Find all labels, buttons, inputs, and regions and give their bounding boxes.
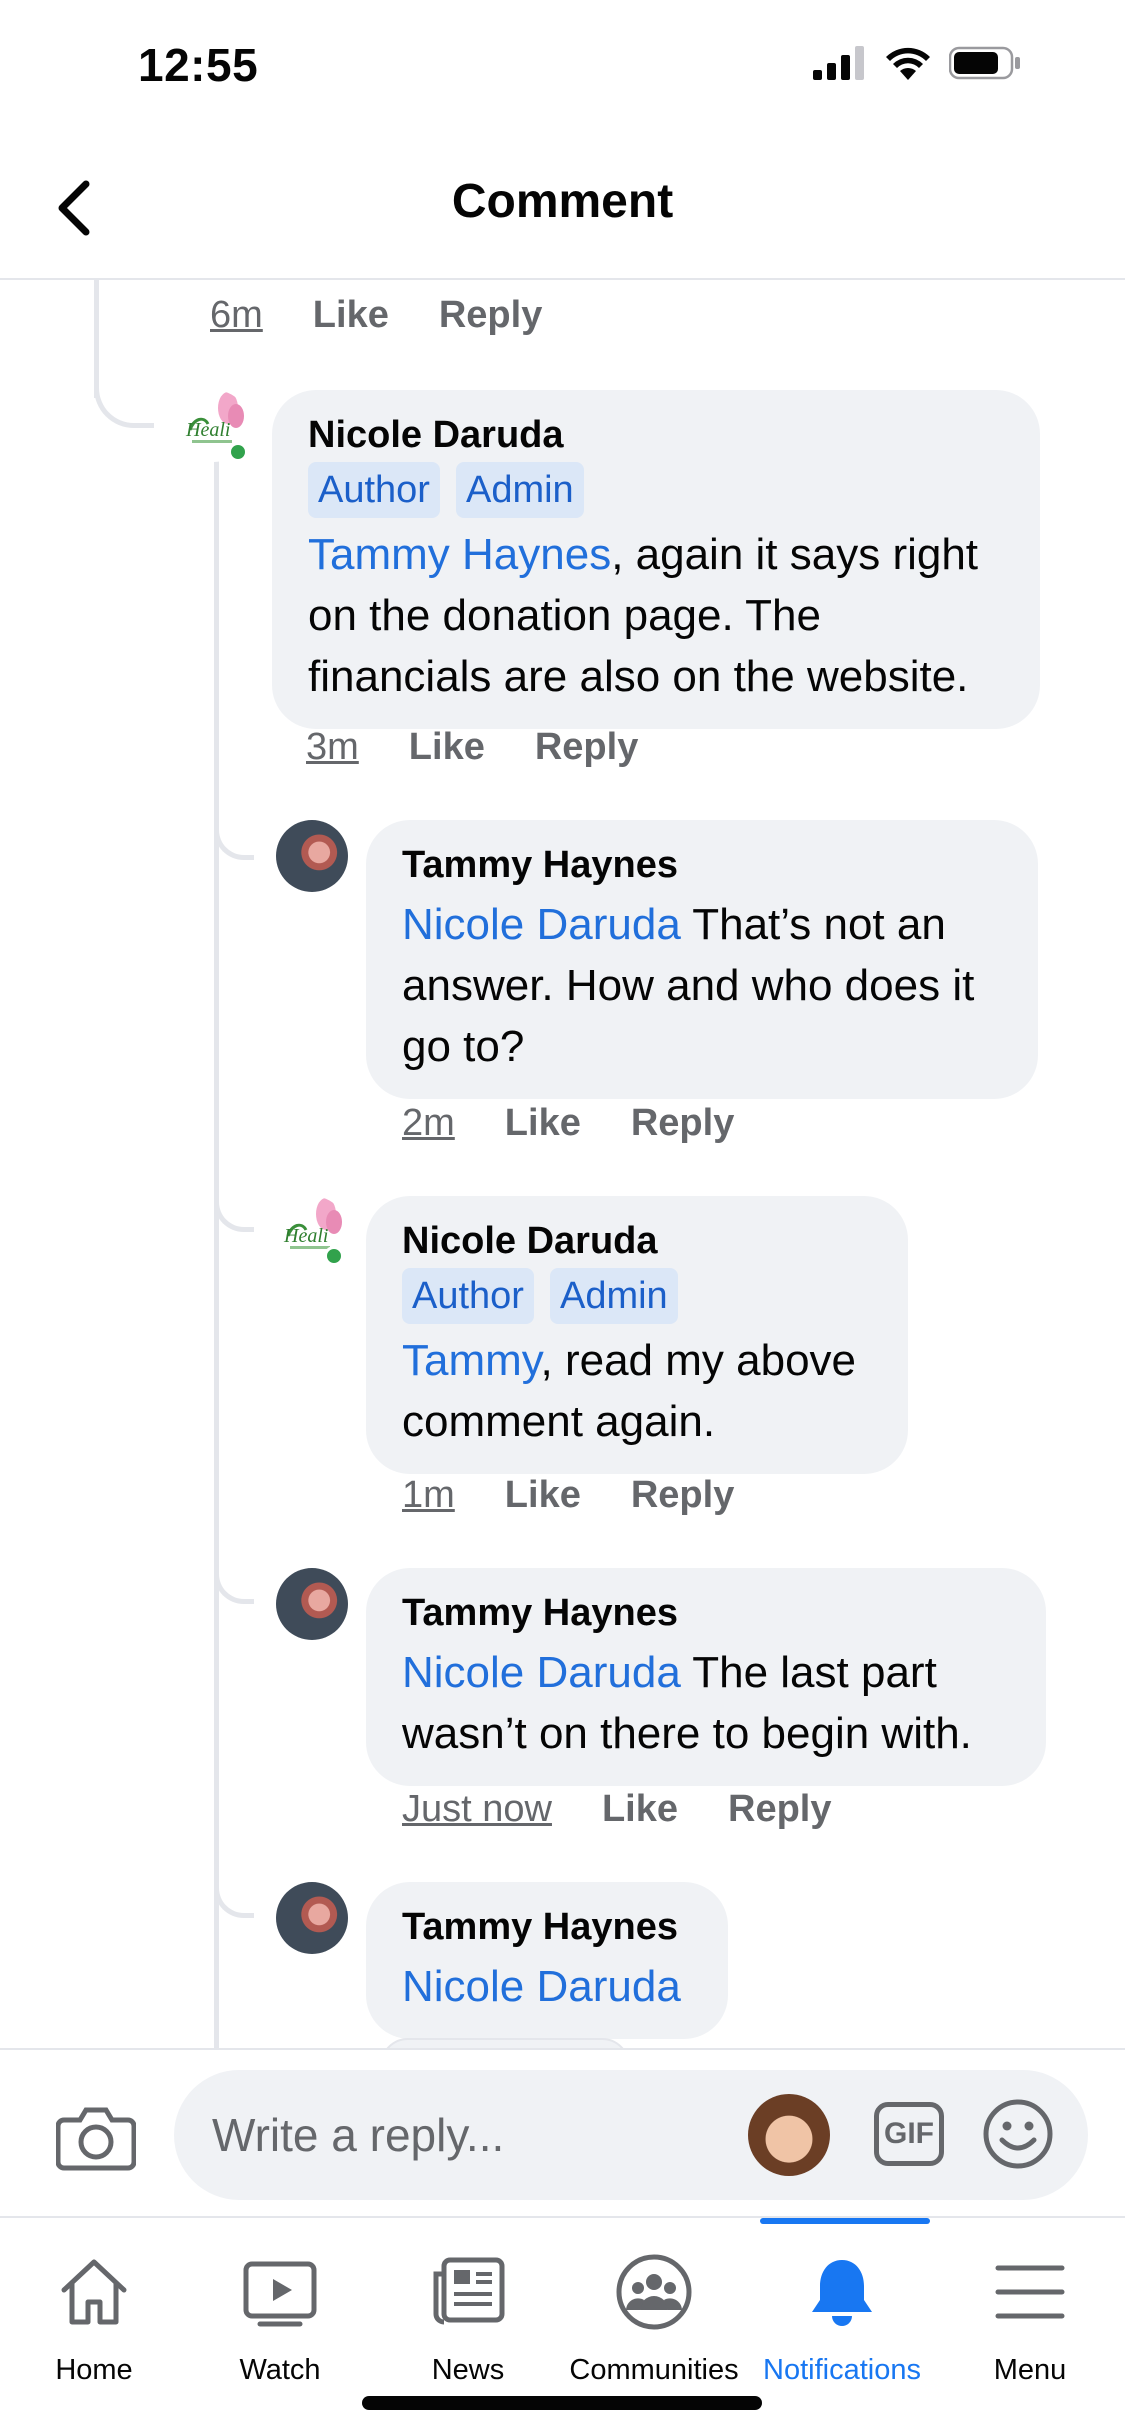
news-icon [433,2257,505,2325]
comment-author[interactable]: Tammy Haynes [402,842,1002,888]
comment-text: Nicole Daruda That’s not an answer. How … [402,894,1002,1077]
tab-notifications[interactable]: Notifications [748,2218,936,2408]
thread-curve-3 [214,1192,254,1232]
status-time: 12:55 [138,39,259,91]
comment-thread: 6m Like Reply Heali Nicole Daruda Author… [0,280,1125,2048]
mention-link[interactable]: Tammy Haynes [308,530,611,579]
watch-icon [243,2261,317,2327]
comment-bubble[interactable]: Tammy Haynes Nicole Daruda That’s not an… [366,820,1038,1099]
comment-text: Tammy Haynes, again it says right on the… [308,524,1004,707]
reply-placeholder: Write a reply... [212,2109,505,2161]
mention-link[interactable]: Tammy [402,1336,541,1385]
avatar-sticker-button[interactable] [748,2094,830,2176]
reply-button[interactable]: Reply [631,1102,734,1145]
author-badge: Author [308,462,440,518]
tab-label: Notifications [763,2354,921,2386]
avatar[interactable] [276,1882,348,1954]
comment-actions: 3m Like Reply [306,726,638,769]
thread-curve-4 [214,1564,254,1604]
reply-button[interactable]: Reply [439,294,542,337]
like-button[interactable]: Like [409,726,485,769]
emoji-button[interactable] [982,2098,1054,2170]
smiley-icon [983,2099,1053,2169]
cellular-signal-icon [813,46,864,80]
comment-author[interactable]: Nicole Daruda [308,412,1004,458]
tab-label: Watch [239,2354,321,2386]
tab-news[interactable]: News [374,2218,562,2408]
reply-button[interactable]: Reply [535,726,638,769]
mention-link[interactable]: Nicole Daruda [402,1648,681,1697]
online-status-dot [228,442,248,462]
communities-icon [616,2254,692,2330]
comment-text: Nicole Daruda [402,1956,692,2017]
comment-time[interactable]: 3m [306,726,359,769]
comment-actions: Just now Like Reply [402,1788,832,1831]
thread-line-inner [214,440,219,2048]
admin-badge: Admin [549,1268,678,1324]
tab-home[interactable]: Home [0,2218,188,2408]
comment-text: Tammy, read my above comment again. [402,1330,872,1452]
comment-time[interactable]: 2m [402,1102,455,1145]
tab-label: Home [55,2354,133,2386]
status-icons [813,46,1021,80]
camera-button[interactable] [55,2102,137,2172]
reply-input[interactable]: Write a reply... GIF [174,2070,1088,2200]
mention-link[interactable]: Nicole Daruda [402,900,681,949]
comment-bubble[interactable]: Tammy Haynes Nicole Daruda The last part… [366,1568,1046,1786]
tab-watch[interactable]: Watch [186,2218,374,2408]
attachment-preview[interactable] [380,2038,630,2048]
comment-time[interactable]: 1m [402,1474,455,1517]
mention-link[interactable]: Nicole Daruda [402,1962,681,2011]
svg-text:Heali: Heali [185,419,230,441]
comment-bubble[interactable]: Tammy Haynes Nicole Daruda [366,1882,728,2039]
thread-curve-2 [214,820,254,860]
home-icon [61,2259,127,2325]
comment-time[interactable]: Just now [402,1788,552,1831]
header: Comment [0,132,1125,280]
comment-author[interactable]: Nicole Daruda [402,1218,872,1264]
reply-composer: Write a reply... GIF [0,2048,1125,2216]
tab-label: News [431,2354,505,2386]
tab-label: Communities [569,2354,739,2386]
page-title: Comment [451,175,674,228]
author-badge: Author [402,1268,534,1324]
comment-actions: 6m Like Reply [210,294,542,337]
comment-author[interactable]: Tammy Haynes [402,1590,1010,1636]
comment-author[interactable]: Tammy Haynes [402,1904,692,1950]
battery-icon [949,46,1020,80]
tab-communities[interactable]: Communities [560,2218,748,2408]
camera-icon [55,2107,137,2171]
reply-button[interactable]: Reply [728,1788,831,1831]
thread-curve-5 [214,1878,254,1918]
bell-icon [812,2260,872,2326]
gif-button[interactable]: GIF [874,2102,944,2166]
like-button[interactable]: Like [602,1788,678,1831]
like-button[interactable]: Like [313,294,389,337]
comment-bubble[interactable]: Nicole Daruda Author Admin Tammy Haynes,… [272,390,1040,729]
tab-label: Menu [993,2354,1067,2386]
tab-menu[interactable]: Menu [936,2218,1124,2408]
avatar[interactable] [276,1568,348,1640]
comment-bubble[interactable]: Nicole Daruda Author Admin Tammy, read m… [366,1196,908,1474]
avatar[interactable] [276,820,348,892]
thread-curve-outer [94,368,154,428]
menu-icon [995,2265,1065,2319]
like-button[interactable]: Like [505,1474,581,1517]
author-badges: Author Admin [402,1268,872,1324]
reply-button[interactable]: Reply [631,1474,734,1517]
comment-actions: 2m Like Reply [402,1102,734,1145]
home-indicator [362,2396,762,2410]
comment-text: Nicole Daruda The last part wasn’t on th… [402,1642,1010,1764]
comment-actions: 1m Like Reply [402,1474,734,1517]
author-badges: Author Admin [308,462,1004,518]
comment-time[interactable]: 6m [210,294,263,337]
like-button[interactable]: Like [505,1102,581,1145]
status-bar: 12:55 [0,0,1125,132]
wifi-icon [886,47,930,80]
online-status-dot [324,1246,344,1266]
admin-badge: Admin [455,462,584,518]
svg-text:Heali: Heali [283,1225,328,1247]
